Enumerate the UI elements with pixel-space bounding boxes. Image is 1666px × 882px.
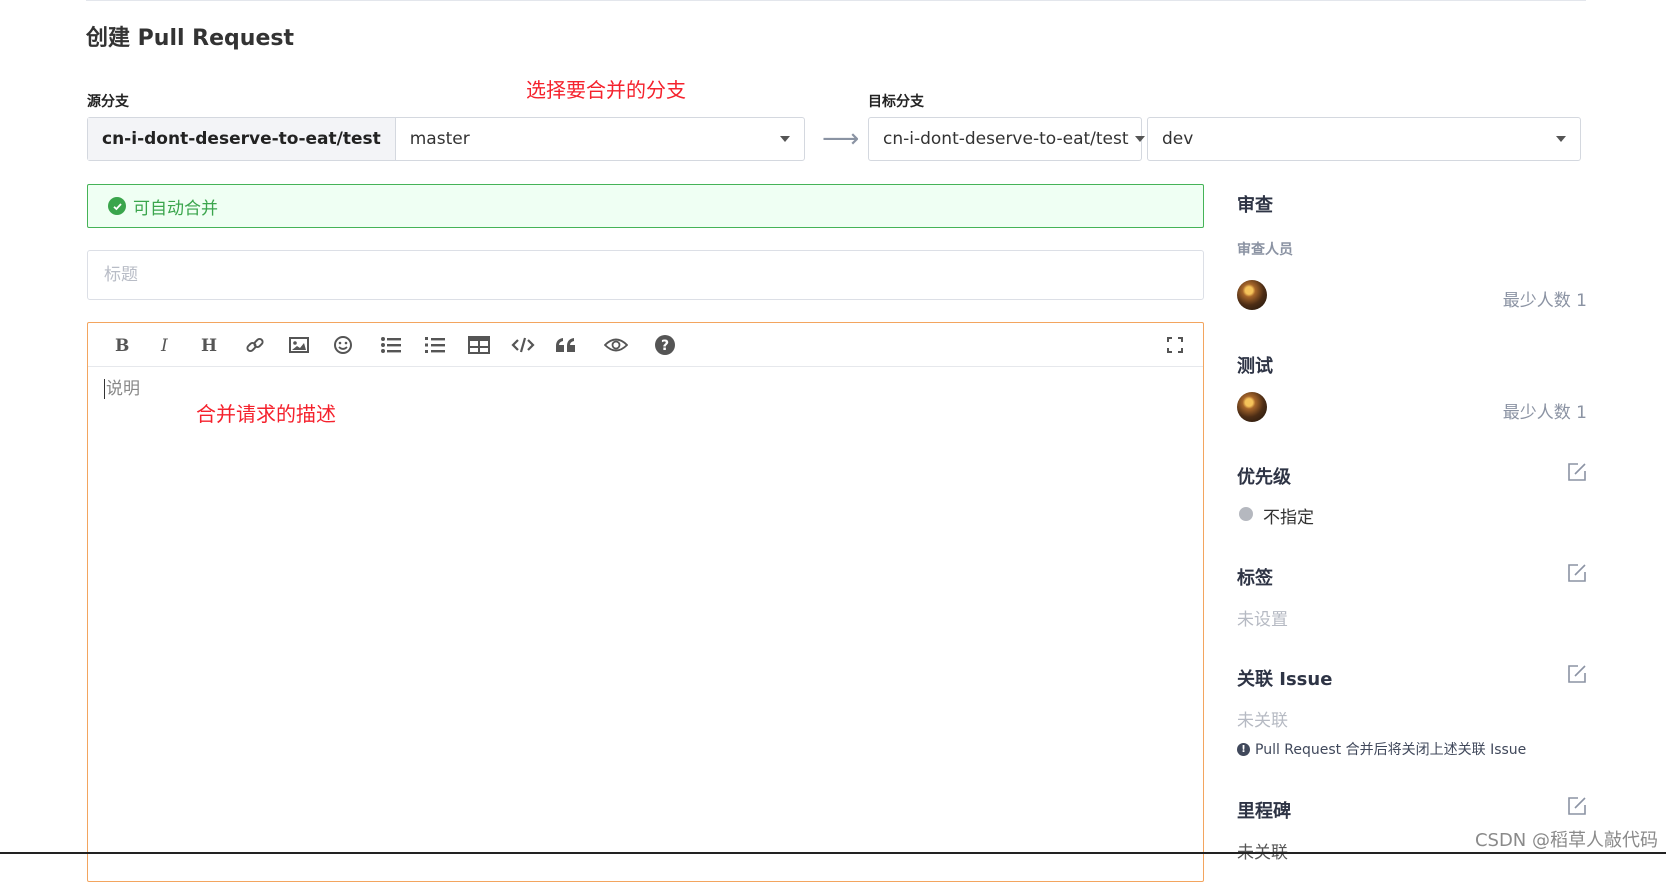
merge-status-banner: 可自动合并 (87, 184, 1204, 228)
source-branch-selector: cn-i-dont-deserve-to-eat/test master (87, 117, 805, 161)
quote-icon[interactable] (551, 331, 581, 359)
reviewer-min-count: 最少人数 1 (1502, 291, 1587, 311)
italic-icon[interactable]: I (150, 331, 180, 359)
bold-icon[interactable]: B (106, 331, 136, 359)
description-hint-annotation: 合并请求的描述 (196, 402, 336, 426)
source-branch-label: 源分支 (87, 94, 129, 110)
priority-dot-icon (1239, 507, 1253, 521)
table-icon[interactable] (464, 331, 494, 359)
source-branch-value: master (409, 129, 470, 149)
description-placeholder: 说明 (104, 379, 140, 399)
issue-note-text: Pull Request 合并后将关闭上述关联 Issue (1255, 742, 1527, 758)
svg-text:H: H (201, 336, 217, 354)
help-icon[interactable]: ? (650, 331, 680, 359)
top-divider (86, 0, 1586, 1)
svg-text:?: ? (661, 338, 669, 354)
priority-value: 不指定 (1263, 508, 1314, 528)
title-input[interactable] (87, 250, 1204, 300)
watermark: CSDN @稻草人敲代码 (1474, 830, 1658, 851)
labels-heading: 标签 (1237, 568, 1273, 589)
issue-note: ! Pull Request 合并后将关闭上述关联 Issue (1237, 739, 1526, 759)
image-icon[interactable] (284, 331, 314, 359)
reviewers-label: 审查人员 (1237, 242, 1293, 258)
reviewer-avatar[interactable] (1237, 280, 1267, 310)
target-repo-dropdown[interactable]: cn-i-dont-deserve-to-eat/test (868, 117, 1145, 161)
edit-issue-icon[interactable] (1567, 664, 1587, 688)
info-icon: ! (1237, 742, 1250, 756)
caret-down-icon (780, 136, 790, 142)
target-branch-value: dev (1162, 129, 1194, 149)
labels-value: 未设置 (1237, 610, 1288, 630)
target-branch-dropdown[interactable]: dev (1147, 117, 1581, 161)
fullscreen-icon[interactable] (1160, 331, 1190, 359)
editor-toolbar: B I H ? (88, 323, 1203, 367)
merge-status-text: 可自动合并 (133, 198, 218, 219)
source-repo[interactable]: cn-i-dont-deserve-to-eat/test (88, 118, 396, 160)
svg-text:I: I (160, 336, 168, 354)
svg-text:B: B (115, 336, 129, 354)
ordered-list-icon[interactable] (420, 331, 450, 359)
code-icon[interactable] (508, 331, 538, 359)
target-branch-label: 目标分支 (868, 94, 924, 110)
page-title: 创建 Pull Request (86, 26, 294, 51)
heading-icon[interactable]: H (194, 331, 224, 359)
target-repo: cn-i-dont-deserve-to-eat/test (883, 129, 1129, 149)
tester-min-count: 最少人数 1 (1502, 403, 1587, 423)
linked-issue-value: 未关联 (1237, 711, 1288, 731)
test-heading: 测试 (1237, 356, 1273, 377)
bottom-edge (0, 852, 1666, 854)
edit-priority-icon[interactable] (1567, 462, 1587, 486)
link-icon[interactable] (240, 331, 270, 359)
unordered-list-icon[interactable] (376, 331, 406, 359)
tester-avatar[interactable] (1237, 392, 1267, 422)
edit-labels-icon[interactable] (1567, 563, 1587, 587)
caret-down-icon (1556, 136, 1566, 142)
milestone-heading: 里程碑 (1237, 801, 1291, 822)
edit-milestone-icon[interactable] (1567, 796, 1587, 820)
caret-down-icon (1134, 136, 1145, 142)
arrow-right-icon: ⟶ (822, 124, 860, 154)
priority-heading: 优先级 (1237, 467, 1291, 488)
emoji-icon[interactable] (328, 331, 358, 359)
source-branch-dropdown[interactable]: master (396, 118, 804, 160)
check-circle-icon (108, 197, 126, 215)
branch-hint-annotation: 选择要合并的分支 (526, 78, 686, 102)
linked-issue-heading: 关联 Issue (1237, 669, 1333, 690)
preview-icon[interactable] (601, 331, 631, 359)
review-heading: 审查 (1237, 195, 1273, 216)
milestone-value: 未关联 (1237, 843, 1288, 863)
